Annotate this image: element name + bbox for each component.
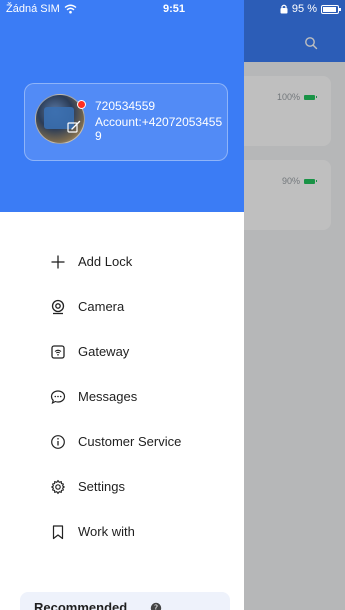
battery-percent: 95 % bbox=[291, 3, 317, 15]
gear-icon bbox=[51, 479, 65, 495]
wifi-icon bbox=[64, 4, 77, 14]
menu-item-messages[interactable]: Messages bbox=[0, 379, 244, 415]
menu-item-label: Messages bbox=[78, 389, 138, 404]
menu-item-add-lock[interactable]: Add Lock bbox=[0, 244, 244, 280]
status-right: 95 % bbox=[280, 3, 341, 15]
clock: 9:51 bbox=[163, 3, 186, 15]
menu-item-work-with[interactable]: Work with bbox=[0, 514, 244, 550]
battery-icon bbox=[321, 4, 341, 14]
message-icon bbox=[50, 390, 66, 405]
menu-item-label: Work with bbox=[78, 524, 135, 539]
battery-lock-icon bbox=[280, 4, 288, 14]
edit-icon[interactable] bbox=[67, 120, 81, 134]
carrier-label: Žádná SIM bbox=[6, 3, 60, 15]
help-icon[interactable]: ? bbox=[150, 602, 162, 610]
menu-item-gateway[interactable]: Gateway bbox=[0, 334, 244, 370]
profile-card[interactable]: 720534559 Account:+420720534559 bbox=[24, 83, 228, 161]
gateway-icon bbox=[51, 345, 65, 359]
svg-text:?: ? bbox=[154, 604, 158, 610]
drawer-header: 720534559 Account:+420720534559 bbox=[0, 0, 244, 212]
plus-icon bbox=[51, 255, 65, 269]
side-drawer: 720534559 Account:+420720534559 Add Lock… bbox=[0, 0, 244, 610]
notification-dot bbox=[77, 100, 86, 109]
recommended-section[interactable]: Recommended ? bbox=[20, 592, 230, 610]
menu-item-customer-service[interactable]: Customer Service bbox=[0, 424, 244, 460]
profile-name: 720534559 bbox=[95, 99, 156, 113]
menu-item-label: Gateway bbox=[78, 344, 130, 359]
menu-item-settings[interactable]: Settings bbox=[0, 469, 244, 505]
menu-item-label: Add Lock bbox=[78, 254, 133, 269]
bookmark-icon bbox=[52, 525, 64, 540]
menu-item-label: Camera bbox=[78, 299, 125, 314]
recommended-title: Recommended bbox=[34, 600, 128, 610]
status-bar: Žádná SIM 9:51 95 % bbox=[0, 0, 345, 20]
camera-icon bbox=[51, 299, 65, 315]
status-left: Žádná SIM bbox=[6, 3, 77, 15]
menu-item-label: Customer Service bbox=[78, 434, 182, 449]
info-icon bbox=[51, 435, 65, 449]
profile-account: Account:+420720534559 bbox=[95, 115, 223, 143]
menu-item-camera[interactable]: Camera bbox=[0, 289, 244, 325]
menu-item-label: Settings bbox=[78, 479, 125, 494]
